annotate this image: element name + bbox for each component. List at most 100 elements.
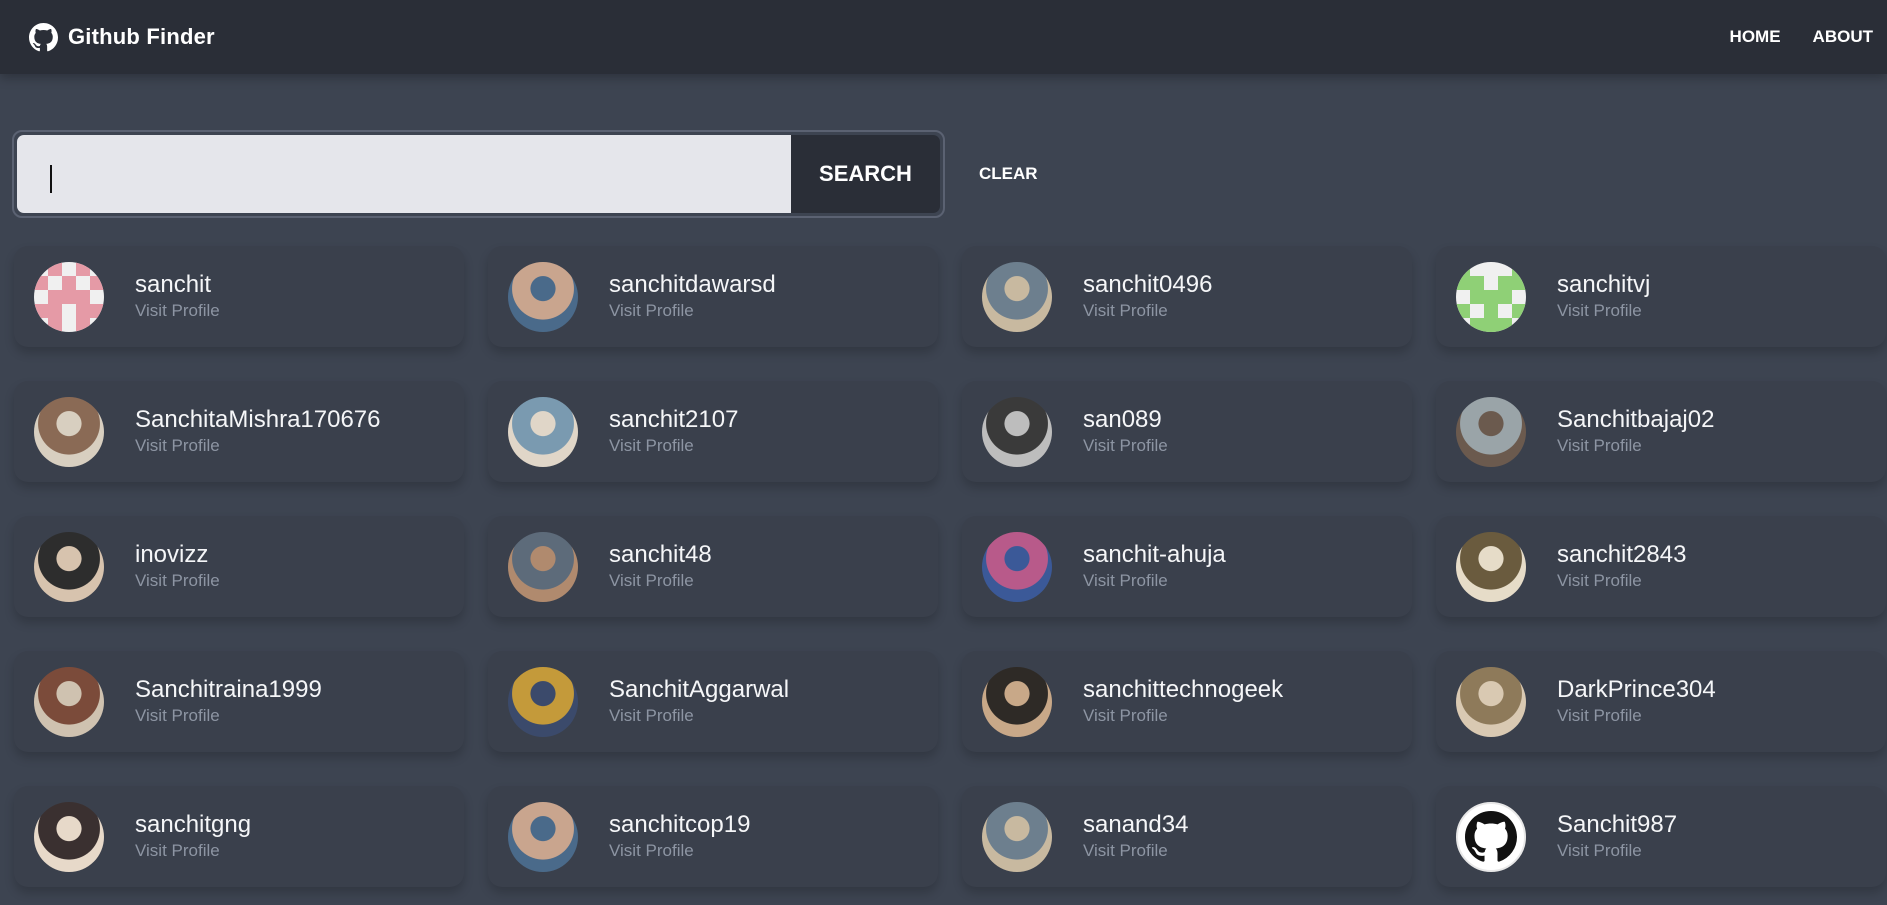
visit-profile-link[interactable]: Visit Profile: [135, 300, 220, 322]
clear-button[interactable]: CLEAR: [979, 164, 1038, 184]
user-card-text: SanchitAggarwal Visit Profile: [609, 676, 789, 727]
user-card[interactable]: inovizz Visit Profile: [14, 516, 464, 617]
visit-profile-link[interactable]: Visit Profile: [135, 705, 322, 727]
username: Sanchitraina1999: [135, 676, 322, 703]
user-grid: sanchit Visit Profile sanchitdawarsd Visit …: [14, 246, 1886, 887]
user-card-text: SanchitaMishra170676 Visit Profile: [135, 406, 381, 457]
app-title: Github Finder: [68, 24, 215, 49]
user-card[interactable]: sanchit-ahuja Visit Profile: [962, 516, 1412, 617]
user-card[interactable]: SanchitAggarwal Visit Profile: [488, 651, 938, 752]
user-card[interactable]: sanchitdawarsd Visit Profile: [488, 246, 938, 347]
user-card[interactable]: Sanchitraina1999 Visit Profile: [14, 651, 464, 752]
user-card-text: sanand34 Visit Profile: [1083, 811, 1188, 862]
user-card-text: san089 Visit Profile: [1083, 406, 1168, 457]
username: sanand34: [1083, 811, 1189, 838]
username: sanchit2107: [609, 406, 739, 433]
avatar: [1456, 666, 1526, 737]
user-card-text: sanchit2843 Visit Profile: [1557, 541, 1686, 592]
user-card-text: sanchitcop19 Visit Profile: [609, 811, 750, 862]
visit-profile-link[interactable]: Visit Profile: [1557, 705, 1716, 727]
avatar: [982, 396, 1052, 467]
visit-profile-link[interactable]: Visit Profile: [1083, 705, 1283, 727]
search-input[interactable]: [17, 135, 791, 213]
visit-profile-link[interactable]: Visit Profile: [135, 840, 251, 862]
user-card[interactable]: Sanchit987 Visit Profile: [1436, 786, 1886, 887]
user-card[interactable]: Sanchitbajaj02 Visit Profile: [1436, 381, 1886, 482]
visit-profile-link[interactable]: Visit Profile: [609, 570, 712, 592]
user-card-text: sanchitvj Visit Profile: [1557, 271, 1650, 322]
user-card[interactable]: sanchit Visit Profile: [14, 246, 464, 347]
visit-profile-link[interactable]: Visit Profile: [609, 840, 750, 862]
user-card-text: inovizz Visit Profile: [135, 541, 220, 592]
user-card[interactable]: sanchit2843 Visit Profile: [1436, 516, 1886, 617]
user-card-text: sanchit48 Visit Profile: [609, 541, 712, 592]
user-card-text: DarkPrince304 Visit Profile: [1557, 676, 1716, 727]
avatar: [34, 666, 104, 737]
search-button[interactable]: SEARCH: [791, 135, 940, 213]
user-card[interactable]: sanchittechnogeek Visit Profile: [962, 651, 1412, 752]
visit-profile-link[interactable]: Visit Profile: [135, 435, 381, 457]
avatar: [34, 396, 104, 467]
user-card-text: sanchit2107 Visit Profile: [609, 406, 738, 457]
identicon-icon: [34, 261, 104, 332]
nav-links: HOME ABOUT: [1730, 27, 1873, 47]
visit-profile-link[interactable]: Visit Profile: [1557, 300, 1650, 322]
username: sanchitdawarsd: [609, 271, 776, 298]
user-card-text: Sanchitraina1999 Visit Profile: [135, 676, 322, 727]
username: inovizz: [135, 541, 209, 568]
navbar: Github Finder HOME ABOUT: [0, 0, 1887, 74]
avatar: [1456, 396, 1526, 467]
avatar: [1456, 801, 1526, 872]
brand[interactable]: Github Finder: [29, 22, 215, 52]
avatar: [982, 801, 1052, 872]
visit-profile-link[interactable]: Visit Profile: [609, 705, 789, 727]
visit-profile-link[interactable]: Visit Profile: [1083, 570, 1226, 592]
visit-profile-link[interactable]: Visit Profile: [1083, 300, 1212, 322]
visit-profile-link[interactable]: Visit Profile: [1083, 435, 1168, 457]
username: DarkPrince304: [1557, 676, 1716, 703]
visit-profile-link[interactable]: Visit Profile: [1557, 435, 1714, 457]
user-card[interactable]: sanchit2107 Visit Profile: [488, 381, 938, 482]
user-card-text: sanchit0496 Visit Profile: [1083, 271, 1212, 322]
nav-home-link[interactable]: HOME: [1730, 27, 1781, 47]
username: Sanchitbajaj02: [1557, 406, 1715, 433]
avatar: [34, 261, 104, 332]
github-icon: [29, 22, 58, 51]
visit-profile-link[interactable]: Visit Profile: [609, 300, 776, 322]
user-card[interactable]: sanchit0496 Visit Profile: [962, 246, 1412, 347]
user-card-text: sanchit-ahuja Visit Profile: [1083, 541, 1226, 592]
user-card-text: sanchitdawarsd Visit Profile: [609, 271, 776, 322]
github-icon: [1465, 810, 1517, 862]
text-caret: [50, 165, 52, 193]
user-card-text: Sanchit987 Visit Profile: [1557, 811, 1677, 862]
search-input-wrap: [17, 135, 791, 213]
username: SanchitAggarwal: [609, 676, 790, 703]
username: sanchitvj: [1557, 271, 1651, 298]
visit-profile-link[interactable]: Visit Profile: [1557, 570, 1686, 592]
user-card-text: sanchit Visit Profile: [135, 271, 220, 322]
username: san089: [1083, 406, 1162, 433]
user-card[interactable]: sanchitgng Visit Profile: [14, 786, 464, 887]
username: sanchitgng: [135, 811, 252, 838]
username: sanchittechnogeek: [1083, 676, 1284, 703]
user-card-text: Sanchitbajaj02 Visit Profile: [1557, 406, 1714, 457]
visit-profile-link[interactable]: Visit Profile: [1557, 840, 1677, 862]
user-card[interactable]: sanand34 Visit Profile: [962, 786, 1412, 887]
search-form: SEARCH CLEAR: [12, 130, 1038, 218]
visit-profile-link[interactable]: Visit Profile: [1083, 840, 1188, 862]
username: sanchit2843: [1557, 541, 1687, 568]
nav-about-link[interactable]: ABOUT: [1813, 27, 1873, 47]
username: Sanchit987: [1557, 811, 1678, 838]
avatar: [34, 531, 104, 602]
identicon-icon: [1456, 261, 1526, 332]
user-card-text: sanchitgng Visit Profile: [135, 811, 251, 862]
user-card[interactable]: san089 Visit Profile: [962, 381, 1412, 482]
visit-profile-link[interactable]: Visit Profile: [609, 435, 738, 457]
search-group: SEARCH: [12, 130, 945, 218]
user-card[interactable]: sanchit48 Visit Profile: [488, 516, 938, 617]
user-card[interactable]: sanchitcop19 Visit Profile: [488, 786, 938, 887]
user-card[interactable]: DarkPrince304 Visit Profile: [1436, 651, 1886, 752]
visit-profile-link[interactable]: Visit Profile: [135, 570, 220, 592]
user-card[interactable]: sanchitvj Visit Profile: [1436, 246, 1886, 347]
user-card[interactable]: SanchitaMishra170676 Visit Profile: [14, 381, 464, 482]
